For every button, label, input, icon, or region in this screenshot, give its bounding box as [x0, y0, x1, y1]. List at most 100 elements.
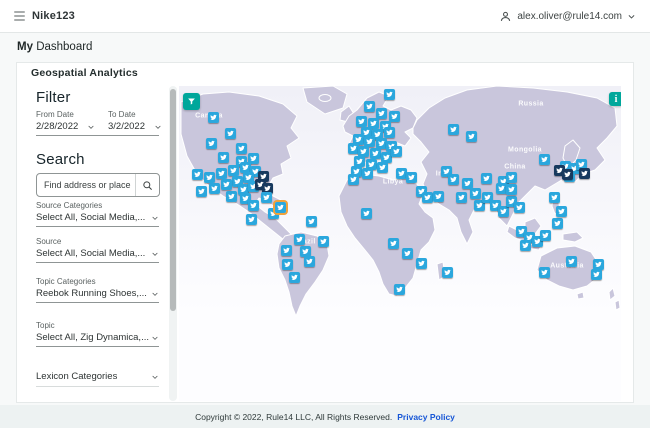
map-marker[interactable]	[442, 267, 453, 278]
dashboard-card: Geospatial Analytics Filter From Date To…	[16, 62, 634, 403]
map-marker[interactable]	[539, 154, 550, 165]
filter-heading: Filter	[36, 89, 71, 106]
map-marker[interactable]	[225, 128, 236, 139]
map-marker[interactable]	[498, 206, 509, 217]
map-marker[interactable]	[506, 172, 517, 183]
map-marker[interactable]	[470, 188, 481, 199]
world-map	[180, 86, 621, 317]
map-marker[interactable]	[391, 146, 402, 157]
map-marker[interactable]	[261, 192, 272, 203]
map-filter-button[interactable]	[183, 93, 200, 110]
twitter-bird-icon	[283, 247, 290, 254]
map-marker[interactable]	[206, 138, 217, 149]
map-marker[interactable]	[218, 152, 229, 163]
map-marker[interactable]	[236, 143, 247, 154]
search-input[interactable]	[37, 174, 135, 196]
map-marker[interactable]	[389, 111, 400, 122]
map-marker[interactable]	[209, 183, 220, 194]
map-marker[interactable]	[433, 191, 444, 202]
topic-select[interactable]: Select All, Zig Dynamica,...	[36, 332, 159, 343]
user-menu[interactable]: alex.oliver@rule14.com	[499, 10, 636, 23]
map-marker[interactable]	[216, 168, 227, 179]
map-marker[interactable]	[384, 89, 395, 100]
map-marker[interactable]	[520, 240, 531, 251]
panel-scrollbar-track[interactable]	[169, 86, 177, 401]
hamburger-menu-icon[interactable]	[14, 11, 25, 21]
map-marker[interactable]	[416, 258, 427, 269]
funnel-icon	[188, 98, 195, 105]
source-select[interactable]: Select All, Social Media,...	[36, 248, 159, 259]
map-marker[interactable]	[361, 208, 372, 219]
twitter-bird-icon	[296, 236, 303, 243]
twitter-bird-icon	[468, 133, 475, 140]
map-marker[interactable]	[540, 230, 551, 241]
twitter-bird-icon	[516, 204, 523, 211]
map-marker[interactable]	[226, 191, 237, 202]
map-marker[interactable]	[481, 173, 492, 184]
map-marker[interactable]	[208, 112, 219, 123]
map-marker[interactable]	[402, 248, 413, 259]
map-marker[interactable]	[306, 216, 317, 227]
search-box	[36, 173, 160, 197]
map-marker[interactable]	[422, 192, 433, 203]
map-marker[interactable]	[384, 127, 395, 138]
map-marker[interactable]	[204, 172, 215, 183]
topic-categories-select[interactable]: Reebok Running Shoes,...	[36, 288, 159, 299]
map-marker[interactable]	[348, 174, 359, 185]
map-marker[interactable]	[289, 272, 300, 283]
map-marker[interactable]	[246, 214, 257, 225]
map-marker[interactable]	[562, 169, 573, 180]
search-button[interactable]	[135, 174, 159, 196]
from-date-select[interactable]: 2/28/2022	[36, 121, 95, 132]
map-marker[interactable]	[394, 284, 405, 295]
map-marker[interactable]	[304, 256, 315, 267]
map-marker[interactable]	[448, 124, 459, 135]
privacy-policy-link[interactable]: Privacy Policy	[397, 412, 455, 422]
map-marker-selected[interactable]	[275, 202, 286, 213]
twitter-bird-icon	[230, 167, 237, 174]
map-marker[interactable]	[556, 206, 567, 217]
map-marker[interactable]	[506, 184, 517, 195]
map-marker[interactable]	[406, 172, 417, 183]
map-marker[interactable]	[248, 200, 259, 211]
map-marker[interactable]	[466, 131, 477, 142]
map-marker[interactable]	[196, 186, 207, 197]
map-marker[interactable]	[228, 165, 239, 176]
map-marker[interactable]	[579, 168, 590, 179]
map-marker[interactable]	[364, 101, 375, 112]
to-date-select[interactable]: 3/2/2022	[108, 121, 162, 132]
divider	[36, 262, 159, 263]
map-marker[interactable]	[514, 202, 525, 213]
map-marker[interactable]	[281, 245, 292, 256]
map-marker[interactable]	[356, 116, 367, 127]
map-info-button[interactable]: i	[609, 92, 621, 106]
map-marker[interactable]	[448, 174, 459, 185]
geospatial-map[interactable]: CanadaRussiaMongoliaChinaIranLibyaBrazil…	[179, 86, 621, 401]
map-marker[interactable]	[362, 168, 373, 179]
map-marker[interactable]	[377, 162, 388, 173]
panel-scrollbar-thumb[interactable]	[170, 89, 176, 311]
map-marker[interactable]	[370, 148, 381, 159]
twitter-bird-icon	[366, 138, 373, 145]
twitter-bird-icon	[508, 186, 515, 193]
breadcrumb: My Dashboard	[17, 41, 92, 53]
twitter-bird-icon	[355, 136, 362, 143]
map-marker[interactable]	[456, 192, 467, 203]
map-marker[interactable]	[192, 169, 203, 180]
map-marker[interactable]	[566, 256, 577, 267]
twitter-bird-icon	[508, 174, 515, 181]
map-marker[interactable]	[388, 238, 399, 249]
twitter-bird-icon	[541, 156, 548, 163]
map-marker[interactable]	[549, 192, 560, 203]
map-marker[interactable]	[591, 269, 602, 280]
map-marker[interactable]	[318, 236, 329, 247]
source-label: Source	[36, 237, 62, 246]
map-marker[interactable]	[539, 267, 550, 278]
twitter-bird-icon	[306, 258, 313, 265]
map-marker[interactable]	[282, 259, 293, 270]
map-marker[interactable]	[221, 179, 232, 190]
lexicon-categories-select[interactable]: Lexicon Categories	[36, 371, 159, 382]
map-marker[interactable]	[294, 234, 305, 245]
source-categories-select[interactable]: Select All, Social Media,...	[36, 212, 159, 223]
map-marker[interactable]	[552, 218, 563, 229]
